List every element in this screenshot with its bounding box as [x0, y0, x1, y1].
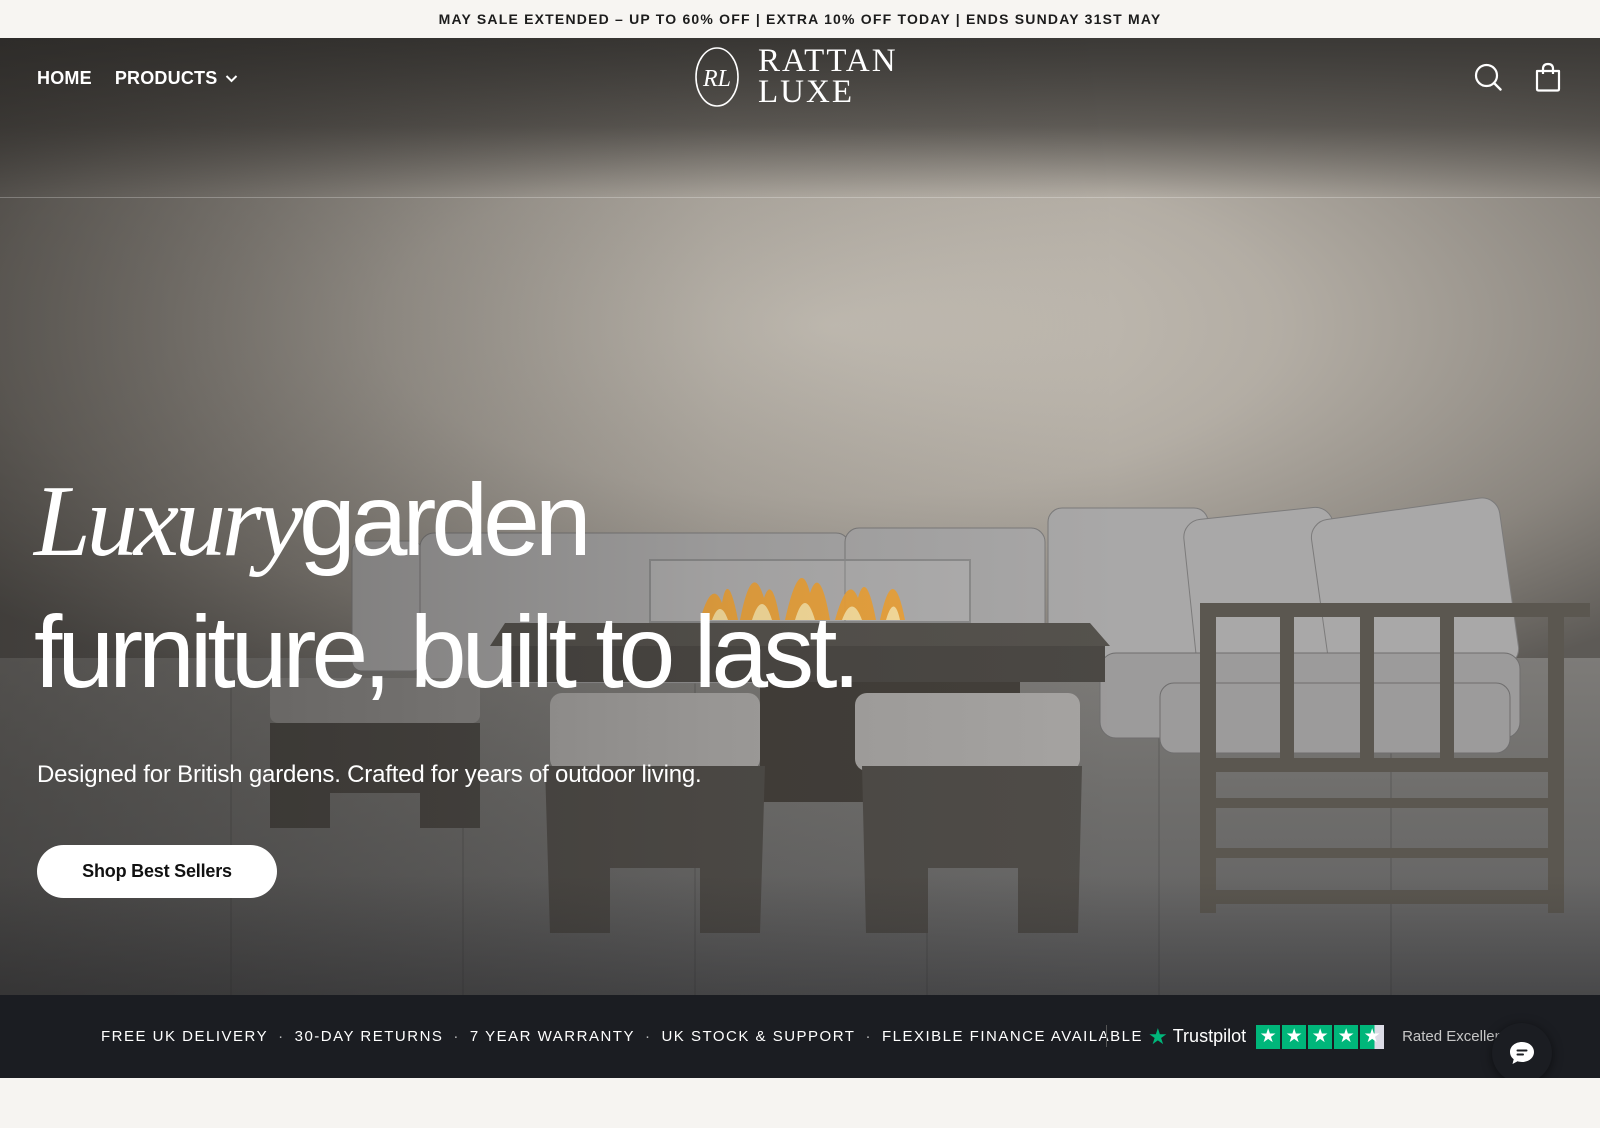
trust-separator: · — [453, 1028, 460, 1045]
hero-headline: Luxurygarden furniture, built to last. — [34, 455, 861, 717]
trustpilot-brand: ★ Trustpilot — [1148, 1024, 1246, 1050]
shop-best-sellers-button[interactable]: Shop Best Sellers — [37, 845, 277, 898]
nav-products[interactable]: PRODUCTS — [115, 68, 239, 89]
header-actions — [1474, 62, 1562, 92]
trust-item: 30-DAY RETURNS — [294, 1028, 444, 1045]
star-icon: ★ — [1282, 1024, 1307, 1049]
trustpilot-label: Trustpilot — [1172, 1026, 1247, 1046]
trust-separator: · — [278, 1028, 285, 1045]
hero-subheadline: Designed for British gardens. Crafted fo… — [37, 761, 702, 788]
trust-item: FLEXIBLE FINANCE AVAILABLE — [881, 1028, 1143, 1045]
trust-item: 7 YEAR WARRANTY — [469, 1028, 635, 1045]
trust-item: UK STOCK & SUPPORT — [661, 1028, 856, 1045]
page-below-fold — [0, 1078, 1600, 1128]
search-icon[interactable] — [1474, 62, 1502, 92]
logo-wordmark: RATTAN LUXE — [758, 43, 898, 110]
announcement-bar: MAY SALE EXTENDED – UP TO 60% OFF | EXTR… — [0, 0, 1600, 38]
logo-line-1: RATTAN — [758, 43, 898, 79]
svg-text:RL: RL — [702, 66, 731, 92]
trustpilot-star-icon: ★ — [1148, 1023, 1168, 1049]
logo-line-2: LUXE — [758, 74, 854, 110]
nav-home[interactable]: HOME — [37, 68, 92, 89]
headline-line-2: furniture, built to last. — [34, 595, 861, 709]
main-nav: HOME PRODUCTS — [37, 68, 238, 89]
headline-script-word: Luxury — [34, 465, 303, 578]
trust-separator: · — [865, 1028, 872, 1045]
announcement-text: MAY SALE EXTENDED – UP TO 60% OFF | EXTR… — [438, 11, 1162, 27]
trust-item: FREE UK DELIVERY — [101, 1028, 269, 1045]
trustpilot-rated-text: Rated Excellent — [1402, 1028, 1508, 1045]
shopping-bag-icon[interactable] — [1534, 62, 1562, 92]
trustpilot-widget[interactable]: ★ Trustpilot ★ ★ ★ ★ ★ Rated Excellent — [1148, 995, 1507, 1078]
chat-icon — [1510, 1042, 1534, 1064]
trust-bar: FREE UK DELIVERY · 30-DAY RETURNS · 7 YE… — [0, 995, 1600, 1078]
trust-divider — [1106, 1025, 1107, 1047]
star-icon: ★ — [1308, 1024, 1333, 1049]
star-icon: ★ — [1256, 1024, 1281, 1049]
chevron-down-icon — [226, 75, 238, 83]
header-divider — [0, 197, 1600, 198]
trust-separator: · — [644, 1028, 652, 1045]
headline-word: garden — [298, 463, 592, 577]
logo-monogram-icon: RL — [695, 47, 739, 107]
star-icon: ★ — [1334, 1024, 1359, 1049]
chat-button[interactable] — [1492, 1023, 1552, 1083]
half-star-icon: ★ — [1360, 1024, 1385, 1049]
trustpilot-rating-stars: ★ ★ ★ ★ ★ — [1256, 1024, 1385, 1049]
nav-products-label: PRODUCTS — [114, 68, 218, 88]
site-logo[interactable]: RL RATTAN LUXE — [694, 43, 898, 110]
trust-items: FREE UK DELIVERY · 30-DAY RETURNS · 7 YE… — [101, 995, 1143, 1078]
